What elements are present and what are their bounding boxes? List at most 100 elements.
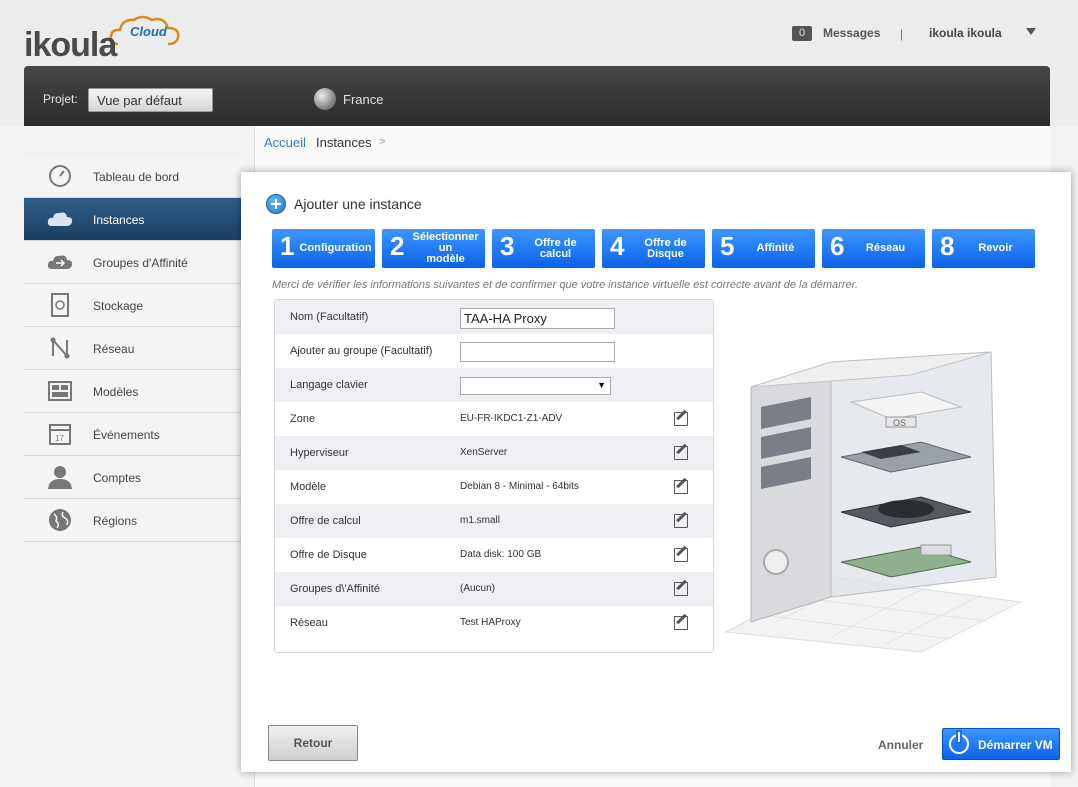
step-label: Offre de calcul [534, 236, 577, 260]
edit-icon[interactable] [674, 446, 688, 460]
step-label: Affinité [756, 242, 795, 254]
row-label: Groupes d\'Affinité [290, 583, 380, 595]
row-label: Ajouter au groupe (Facultatif) [290, 345, 433, 357]
review-row-disk: Offre de Disque Data disk: 100 GB [275, 538, 713, 572]
logo-word: ikoula [24, 26, 117, 64]
edit-icon[interactable] [674, 616, 688, 630]
sidebar-item-templates[interactable]: Modèles [24, 370, 242, 413]
svg-text:17: 17 [55, 434, 64, 443]
breadcrumb-current[interactable]: Instances [316, 135, 372, 150]
step-number: 1 [280, 231, 295, 261]
step-number: 2 [390, 231, 405, 261]
start-vm-label: Démarrer VM [978, 738, 1053, 752]
edit-icon[interactable] [674, 582, 688, 596]
review-row-zone: Zone EU-FR-IKDC1-Z1-ADV [275, 402, 713, 436]
sidebar-item-label: Comptes [93, 471, 142, 485]
review-row-keyboard: Langage clavier [275, 368, 713, 402]
step-review[interactable]: 8 Revoir [932, 229, 1035, 268]
step-affinity[interactable]: 5 Affinité [712, 229, 815, 268]
review-row-name: Nom (Facultatif) [275, 300, 713, 334]
review-row-compute: Offre de calcul m1.small [275, 504, 713, 538]
review-row-group: Ajouter au groupe (Facultatif) [275, 334, 713, 368]
sidebar-item-label: Instances [93, 213, 145, 227]
project-label: Projet: [43, 92, 78, 106]
sidebar-item-affinity[interactable]: Groupes d'Affinité [24, 241, 242, 284]
dashboard-icon [49, 165, 71, 187]
step-compute-offer[interactable]: 3 Offre de calcul [492, 229, 595, 268]
name-input[interactable] [460, 308, 615, 329]
start-vm-button[interactable]: Démarrer VM [942, 728, 1060, 760]
step-configuration[interactable]: 1 Configuration [272, 229, 375, 268]
sidebar-item-dashboard[interactable]: Tableau de bord [24, 155, 242, 198]
cloud-logo-icon: Cloud [109, 15, 180, 46]
step-network[interactable]: 6 Réseau [822, 229, 925, 268]
step-number: 6 [830, 231, 845, 261]
sidebar-item-regions[interactable]: Régions [24, 499, 242, 542]
sidebar-item-label: Stockage [93, 299, 144, 313]
edit-icon[interactable] [674, 480, 688, 494]
ikoula-logo[interactable]: Cloud ikoula [24, 14, 180, 64]
network-icon [50, 337, 70, 359]
sidebar-item-label: Tableau de bord [93, 170, 180, 184]
sidebar-item-instances[interactable]: Instances [24, 198, 242, 241]
edit-icon[interactable] [674, 548, 688, 562]
sidebar-item-label: Réseau [93, 342, 135, 356]
globe-icon [314, 88, 336, 110]
messages-link[interactable]: Messages [823, 26, 880, 40]
row-label: Zone [290, 413, 316, 425]
step-disk-offer[interactable]: 4 Offre de Disque [602, 229, 705, 268]
row-label: Offre de Disque [290, 549, 367, 561]
sidebar-item-label: Groupes d'Affinité [93, 256, 188, 270]
storage-icon [51, 293, 69, 317]
sidebar-item-storage[interactable]: Stockage [24, 284, 242, 327]
add-instance-dialog: Ajouter une instance 1 Configuration 2 S… [241, 172, 1071, 772]
cancel-button[interactable]: Annuler [878, 738, 923, 752]
power-icon [949, 732, 969, 754]
logo-badge: Cloud [130, 24, 168, 39]
step-label: Réseau [865, 242, 906, 254]
row-value: Test HAProxy [460, 617, 521, 628]
breadcrumb-home-link[interactable]: Accueil [264, 135, 306, 150]
project-bar: Projet: Vue par défaut France [24, 66, 1050, 126]
review-panel: Nom (Facultatif) Ajouter au groupe (Facu… [274, 299, 714, 653]
step-template[interactable]: 2 Sélectionner un modèle [382, 229, 485, 268]
edit-icon[interactable] [674, 412, 688, 426]
calendar-icon: 17 [49, 424, 71, 445]
wizard-steps: 1 Configuration 2 Sélectionner un modèle… [272, 229, 1042, 269]
header-separator: | [900, 27, 904, 41]
step-number: 5 [720, 231, 735, 261]
sidebar-item-accounts[interactable]: Comptes [24, 456, 242, 499]
row-value: (Aucun) [460, 583, 496, 594]
keyboard-select[interactable] [460, 377, 611, 395]
step-label: Offre de Disque [644, 236, 687, 260]
step-label: Revoir [978, 242, 1013, 254]
user-icon [48, 466, 72, 489]
affinity-icon [47, 255, 73, 269]
user-menu[interactable]: ikoula ikoula [929, 26, 1002, 40]
sidebar-item-events[interactable]: 17 Événements [24, 413, 242, 456]
row-value: m1.small [460, 515, 501, 526]
edit-icon[interactable] [674, 514, 688, 528]
messages-count-badge[interactable]: 0 [792, 26, 812, 41]
sidebar-item-network[interactable]: Réseau [24, 327, 242, 370]
globe-icon [49, 509, 71, 531]
back-button[interactable]: Retour [268, 725, 358, 761]
review-row-affinity: Groupes d\'Affinité (Aucun) [275, 572, 713, 606]
project-select[interactable]: Vue par défaut [88, 88, 213, 112]
sidebar-item-label: Modèles [93, 385, 139, 399]
dialog-title: Ajouter une instance [294, 196, 422, 212]
breadcrumb-arrow: > [379, 136, 386, 148]
row-label: Hyperviseur [290, 447, 349, 459]
step-number: 4 [610, 231, 625, 261]
group-input[interactable] [460, 342, 615, 362]
review-row-template: Modèle Debian 8 - Minimal - 64bits [275, 470, 713, 504]
add-circle-icon [266, 194, 286, 214]
chevron-down-icon[interactable] [1026, 28, 1036, 35]
row-value: Data disk: 100 GB [460, 549, 542, 560]
row-label: Modèle [290, 481, 327, 493]
templates-icon [48, 381, 72, 401]
region-selector[interactable]: France [343, 92, 383, 107]
sidebar: Tableau de bord Instances Groupes d'Affi… [24, 155, 242, 787]
row-label: Offre de calcul [290, 515, 361, 527]
row-label: Nom (Facultatif) [290, 311, 369, 323]
